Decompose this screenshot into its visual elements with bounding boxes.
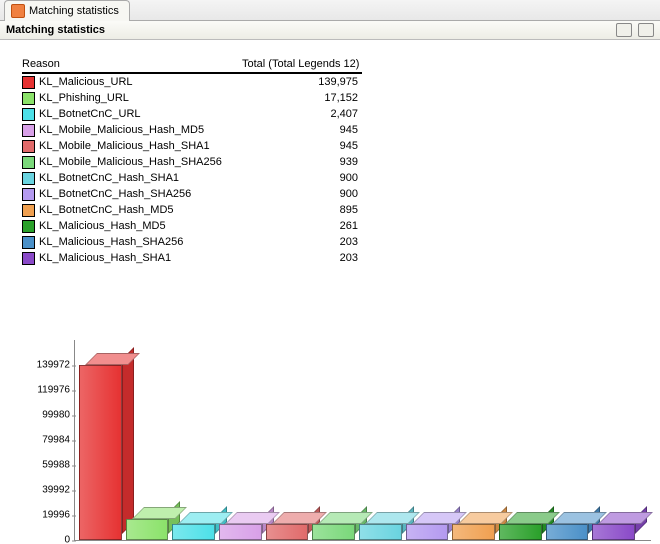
legend-swatch	[22, 236, 35, 249]
y-axis: 01999639992599887998499980119976139972	[20, 340, 70, 540]
bar	[592, 512, 647, 540]
legend-row: KL_Malicious_Hash_SHA1203	[22, 250, 362, 266]
legend-name: KL_Malicious_Hash_MD5	[39, 220, 298, 232]
legend-swatch	[22, 92, 35, 105]
legend-col-reason: Reason	[22, 58, 242, 70]
legend-name: KL_BotnetCnC_Hash_MD5	[39, 204, 298, 216]
legend-swatch	[22, 204, 35, 217]
panel-header: Matching statistics	[0, 21, 660, 40]
legend-value: 895	[298, 204, 362, 216]
legend-row: KL_BotnetCnC_URL2,407	[22, 106, 362, 122]
legend-row: KL_BotnetCnC_Hash_SHA256900	[22, 186, 362, 202]
legend-value: 203	[298, 252, 362, 264]
y-tick: 59988	[20, 460, 70, 471]
legend-row: KL_Malicious_URL139,975	[22, 74, 362, 90]
content-area: Reason Total (Total Legends 12) KL_Malic…	[0, 40, 660, 544]
legend-name: KL_BotnetCnC_URL	[39, 108, 298, 120]
y-tick: 119976	[20, 385, 70, 396]
legend-swatch	[22, 156, 35, 169]
legend-row: KL_Mobile_Malicious_Hash_SHA1945	[22, 138, 362, 154]
legend-name: KL_Malicious_Hash_SHA1	[39, 252, 298, 264]
legend-swatch	[22, 220, 35, 233]
panel-title: Matching statistics	[6, 24, 105, 36]
legend-value: 17,152	[298, 92, 362, 104]
legend-table: Reason Total (Total Legends 12) KL_Malic…	[22, 58, 362, 266]
legend-name: KL_Malicious_URL	[39, 76, 298, 88]
legend-value: 945	[298, 124, 362, 136]
legend-swatch	[22, 172, 35, 185]
legend-name: KL_Mobile_Malicious_Hash_SHA256	[39, 156, 298, 168]
bar-chart: 0 19996 39992 59988 79984 99980 119976 139972	[20, 340, 650, 544]
tab-label: Matching statistics	[29, 5, 119, 17]
legend-value: 261	[298, 220, 362, 232]
legend-row: KL_Malicious_Hash_MD5261	[22, 218, 362, 234]
legend-swatch	[22, 124, 35, 137]
legend-value: 945	[298, 140, 362, 152]
legend-row: KL_Phishing_URL17,152	[22, 90, 362, 106]
legend-row: KL_Malicious_Hash_SHA256203	[22, 234, 362, 250]
legend-row: KL_Mobile_Malicious_Hash_SHA256939	[22, 154, 362, 170]
legend-swatch	[22, 252, 35, 265]
tab-matching-statistics[interactable]: Matching statistics	[4, 0, 130, 21]
plot-area	[74, 340, 651, 541]
legend-row: KL_Mobile_Malicious_Hash_MD5945	[22, 122, 362, 138]
legend-swatch	[22, 188, 35, 201]
legend-value: 2,407	[298, 108, 362, 120]
legend-name: KL_Mobile_Malicious_Hash_MD5	[39, 124, 298, 136]
y-tick: 0	[20, 535, 70, 544]
y-tick: 99980	[20, 410, 70, 421]
legend-name: KL_BotnetCnC_Hash_SHA256	[39, 188, 298, 200]
y-tick: 39992	[20, 485, 70, 496]
legend-row: KL_BotnetCnC_Hash_SHA1900	[22, 170, 362, 186]
legend-swatch	[22, 108, 35, 121]
legend-row: KL_BotnetCnC_Hash_MD5895	[22, 202, 362, 218]
y-tick: 19996	[20, 510, 70, 521]
chart-icon	[11, 4, 25, 18]
y-tick: 79984	[20, 435, 70, 446]
tab-strip: Matching statistics	[0, 0, 660, 21]
legend-value: 139,975	[298, 76, 362, 88]
legend-name: KL_Malicious_Hash_SHA256	[39, 236, 298, 248]
legend-value: 939	[298, 156, 362, 168]
legend-name: KL_Mobile_Malicious_Hash_SHA1	[39, 140, 298, 152]
legend-value: 900	[298, 188, 362, 200]
legend-swatch	[22, 76, 35, 89]
legend-value: 900	[298, 172, 362, 184]
legend-swatch	[22, 140, 35, 153]
restore-icon[interactable]	[616, 23, 632, 37]
legend-value: 203	[298, 236, 362, 248]
legend-name: KL_BotnetCnC_Hash_SHA1	[39, 172, 298, 184]
legend-header-row: Reason Total (Total Legends 12)	[22, 58, 362, 74]
legend-name: KL_Phishing_URL	[39, 92, 298, 104]
legend-col-total: Total (Total Legends 12)	[242, 58, 362, 70]
y-tick: 139972	[20, 360, 70, 371]
menu-icon[interactable]	[638, 23, 654, 37]
